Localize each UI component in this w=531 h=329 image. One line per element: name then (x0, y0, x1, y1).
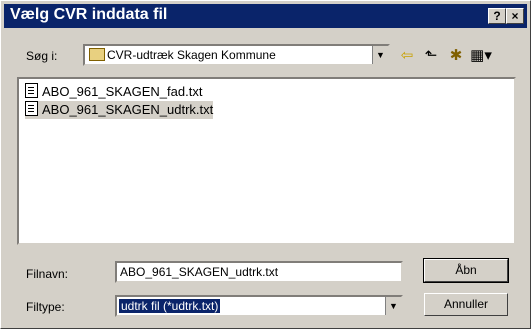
text-file-icon (25, 101, 38, 116)
close-button[interactable]: × (506, 8, 524, 24)
look-in-dropdown[interactable]: CVR-udtræk Skagen Kommune ▼ (83, 44, 390, 66)
chevron-down-icon[interactable]: ▼ (372, 46, 388, 64)
file-open-dialog: Vælg CVR inddata fil ? × Søg i: CVR-udtr… (0, 0, 531, 329)
filetype-dropdown[interactable]: udtrk fil (*udtrk.txt) ▼ (115, 295, 403, 317)
open-button[interactable]: Åbn (423, 258, 509, 283)
view-menu-icon[interactable]: ▦▾ (470, 47, 492, 65)
filetype-label: Filtype: (26, 300, 65, 314)
back-arrow-icon[interactable]: ⇦ (396, 47, 418, 65)
folder-icon (89, 48, 105, 61)
look-in-label: Søg i: (26, 49, 58, 63)
list-item-selected[interactable]: ABO_961_SKAGEN_udtrk.txt (25, 101, 214, 119)
cancel-button[interactable]: Annuller (424, 293, 508, 316)
chevron-down-icon[interactable]: ▼ (385, 297, 401, 315)
up-folder-icon[interactable]: ⬑ (420, 47, 442, 65)
new-folder-icon[interactable]: ✱ (445, 47, 467, 65)
look-in-value: CVR-udtræk Skagen Kommune (107, 48, 276, 62)
file-list[interactable]: ABO_961_SKAGEN_fad.txt ABO_961_SKAGEN_ud… (17, 77, 516, 245)
filetype-value: udtrk fil (*udtrk.txt) (119, 299, 221, 313)
file-name: ABO_961_SKAGEN_udtrk.txt (42, 102, 214, 117)
list-item[interactable]: ABO_961_SKAGEN_fad.txt (25, 83, 202, 101)
text-file-icon (25, 83, 38, 98)
filename-label: Filnavn: (26, 267, 69, 281)
title-bar[interactable]: Vælg CVR inddata fil ? × (4, 4, 527, 28)
filename-input[interactable]: ABO_961_SKAGEN_udtrk.txt (115, 261, 403, 283)
help-button[interactable]: ? (488, 8, 506, 24)
file-name: ABO_961_SKAGEN_fad.txt (42, 84, 203, 99)
dialog-title: Vælg CVR inddata fil (10, 6, 168, 23)
